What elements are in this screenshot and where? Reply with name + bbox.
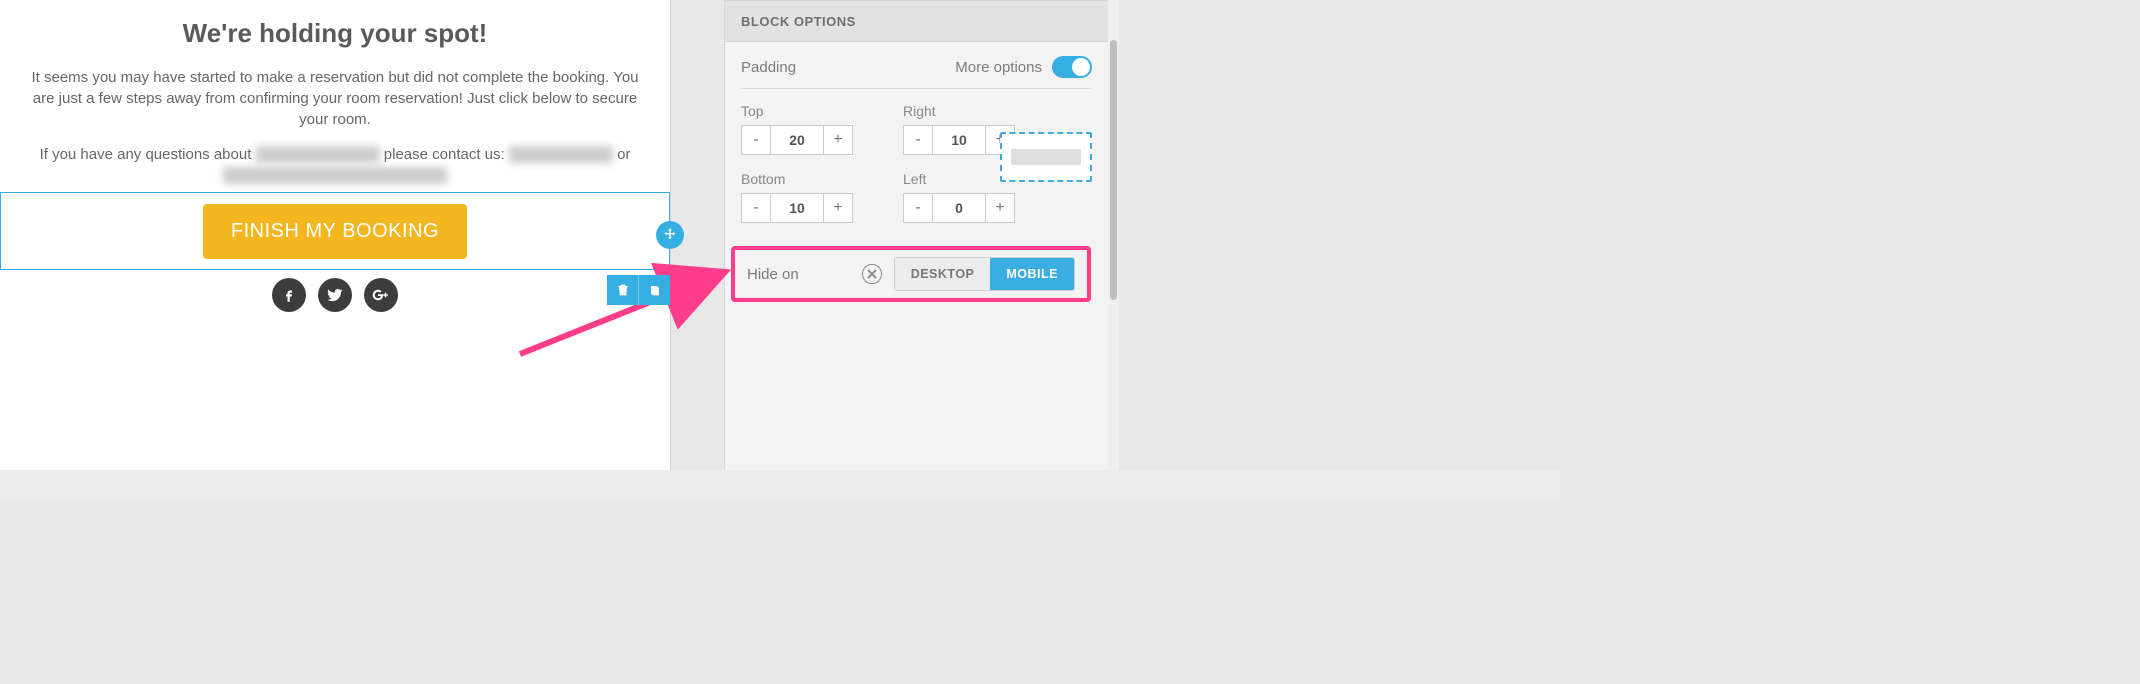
properties-panel: BLOCK OPTIONS Padding More options Top xyxy=(724,0,1119,500)
social-row xyxy=(0,278,670,312)
hide-on-segmented: DESKTOP MOBILE xyxy=(894,257,1075,291)
padding-right-label: Right xyxy=(903,103,1035,119)
padding-bottom-input[interactable] xyxy=(771,193,823,223)
delete-block-button[interactable] xyxy=(607,275,638,305)
padding-right-decrement[interactable]: - xyxy=(903,125,933,155)
email-headline: We're holding your spot! xyxy=(30,18,640,49)
duplicate-block-button[interactable] xyxy=(638,275,670,305)
padding-label: Padding xyxy=(741,59,796,76)
panel-scrollbar[interactable] xyxy=(1108,0,1119,500)
padding-bottom-label: Bottom xyxy=(741,171,873,187)
padding-preview xyxy=(1000,132,1092,182)
hide-on-label: Hide on xyxy=(747,266,799,283)
panel-scroll-thumb[interactable] xyxy=(1110,40,1117,300)
padding-top-increment[interactable]: + xyxy=(823,125,853,155)
move-handle-icon[interactable] xyxy=(656,221,684,249)
padding-top-stepper[interactable]: - + xyxy=(741,125,853,155)
padding-bottom-decrement[interactable]: - xyxy=(741,193,771,223)
padding-right-stepper[interactable]: - + xyxy=(903,125,1015,155)
email-paragraph-2: If you have any questions about XXXXXXXX… xyxy=(30,144,640,186)
padding-left-input[interactable] xyxy=(933,193,985,223)
google-plus-icon[interactable] xyxy=(364,278,398,312)
twitter-icon[interactable] xyxy=(318,278,352,312)
canvas-gutter xyxy=(670,0,690,500)
block-toolbar xyxy=(607,275,670,305)
selected-button-block[interactable]: FINISH MY BOOKING xyxy=(0,192,670,270)
bottom-strip xyxy=(0,470,1560,500)
padding-top-input[interactable] xyxy=(771,125,823,155)
padding-left-increment[interactable]: + xyxy=(985,193,1015,223)
more-options-label: More options xyxy=(955,59,1042,76)
hide-on-desktop-button[interactable]: DESKTOP xyxy=(895,258,991,290)
email-canvas: We're holding your spot! It seems you ma… xyxy=(0,0,670,500)
finish-booking-button[interactable]: FINISH MY BOOKING xyxy=(203,204,467,259)
redacted-text: XXXXXXXXXX xyxy=(509,146,613,163)
padding-right-input[interactable] xyxy=(933,125,985,155)
hide-on-mobile-button[interactable]: MOBILE xyxy=(990,258,1074,290)
clear-hide-on-button[interactable] xyxy=(862,264,882,284)
padding-left-decrement[interactable]: - xyxy=(903,193,933,223)
padding-top-label: Top xyxy=(741,103,873,119)
facebook-icon[interactable] xyxy=(272,278,306,312)
padding-bottom-increment[interactable]: + xyxy=(823,193,853,223)
block-options-header: BLOCK OPTIONS xyxy=(725,0,1108,42)
redacted-text: XXXXXXXXXXXX xyxy=(256,146,380,163)
more-options-toggle[interactable] xyxy=(1052,56,1092,78)
hide-on-row: Hide on DESKTOP MOBILE xyxy=(731,246,1091,302)
padding-bottom-stepper[interactable]: - + xyxy=(741,193,853,223)
padding-top-decrement[interactable]: - xyxy=(741,125,771,155)
padding-left-stepper[interactable]: - + xyxy=(903,193,1015,223)
email-paragraph-1: It seems you may have started to make a … xyxy=(30,67,640,130)
redacted-text: XXXXXXXXXXXXXXXXXXXXXX xyxy=(223,167,447,184)
